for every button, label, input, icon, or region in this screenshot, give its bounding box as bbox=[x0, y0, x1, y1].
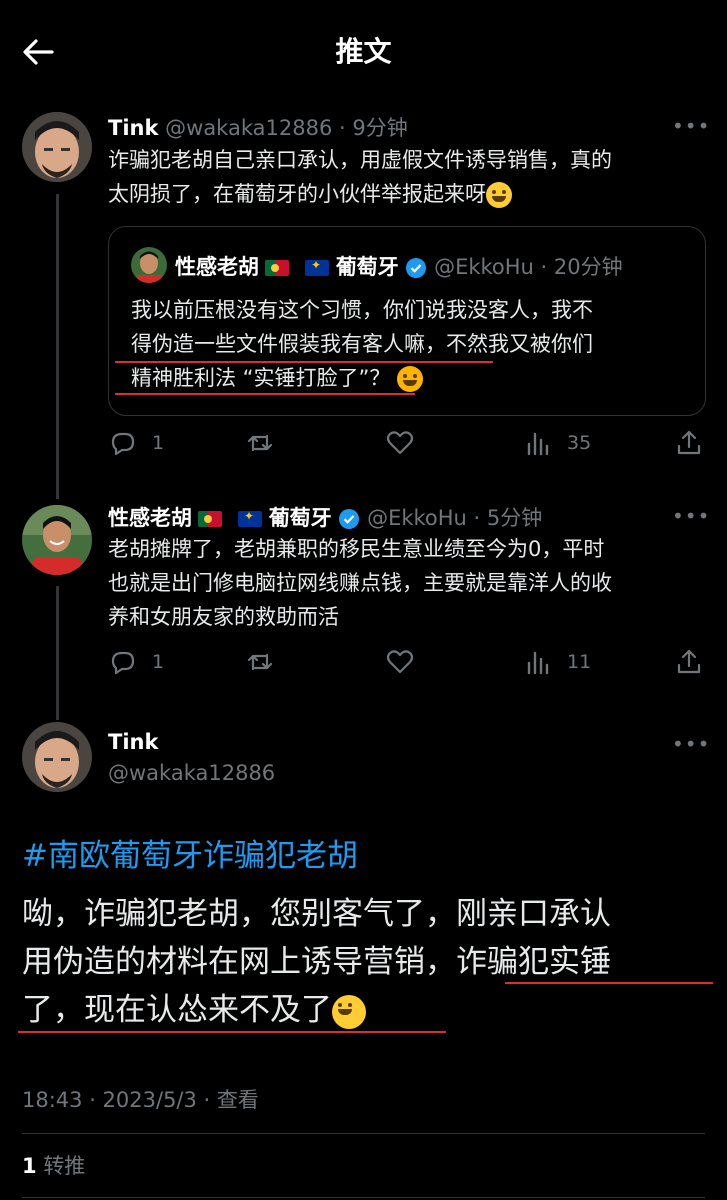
main-tweet-text: 呦，诈骗犯老胡，您别客气了，刚亲口承认 用伪造的材料在网上诱导营销，诈骗犯实锤 … bbox=[22, 890, 722, 1034]
more-icon[interactable]: ••• bbox=[672, 732, 710, 756]
views-icon bbox=[527, 432, 549, 456]
tweet-text-line: 养和女朋友家的救助而活 bbox=[108, 605, 339, 629]
tweet2-text: 老胡摊牌了，老胡兼职的移民生意业绩至今为0，平时 也就是出门修电脑拉网线赚点钱，… bbox=[108, 532, 708, 634]
retweet-button[interactable] bbox=[245, 647, 289, 677]
avatar-ekko-small bbox=[131, 247, 167, 283]
tweet1-header: Tink @wakaka12886 · 9分钟 bbox=[108, 112, 408, 142]
reply-icon bbox=[111, 432, 135, 456]
main-author-handle[interactable]: @wakaka12886 bbox=[108, 761, 275, 785]
avatar-tink[interactable] bbox=[22, 112, 92, 182]
annotation-underline bbox=[18, 1031, 446, 1033]
verified-icon bbox=[406, 258, 427, 278]
retweet-stats[interactable]: 1 转推 bbox=[22, 1150, 85, 1180]
views-count: 35 bbox=[567, 432, 592, 454]
like-icon bbox=[386, 431, 414, 455]
portugal-flag-icon bbox=[198, 511, 222, 527]
thread-line bbox=[56, 586, 59, 720]
divider bbox=[22, 1197, 705, 1198]
reply-count: 1 bbox=[152, 432, 165, 454]
main-text-line: 用伪造的材料在网上诱导营销，诈骗犯实锤 bbox=[22, 944, 611, 980]
grin-emoji-icon bbox=[486, 182, 512, 208]
quote-author-name: 性感老胡 bbox=[175, 255, 259, 279]
quote-handle-time: @EkkoHu · 20分钟 bbox=[434, 255, 623, 279]
retweet-icon bbox=[247, 434, 273, 452]
tweet-text-line: 老胡摊牌了，老胡兼职的移民生意业绩至今为0，平时 bbox=[108, 537, 605, 561]
main-author-name[interactable]: Tink bbox=[108, 730, 158, 754]
tweet1-text: 诈骗犯老胡自己亲口承认，用虚假文件诱导销售，真的 太阴损了，在葡萄牙的小伙伴举报… bbox=[108, 143, 708, 211]
retweet-count: 1 bbox=[22, 1154, 37, 1178]
author-name2[interactable]: 葡萄牙 bbox=[269, 506, 332, 530]
views-count: 11 bbox=[567, 651, 592, 673]
tweet-text-line: 也就是出门修电脑拉网线赚点钱，主要就是靠洋人的收 bbox=[108, 571, 612, 595]
reply-button[interactable]: 1 bbox=[108, 428, 164, 458]
reply-button[interactable]: 1 bbox=[108, 647, 164, 677]
views-button[interactable]: 35 bbox=[523, 428, 591, 458]
more-icon[interactable]: ••• bbox=[672, 504, 710, 528]
verified-icon bbox=[339, 509, 360, 529]
retweet-label: 转推 bbox=[43, 1154, 86, 1178]
views-button[interactable]: 11 bbox=[523, 647, 591, 677]
author-handle-time[interactable]: @EkkoHu · 5分钟 bbox=[367, 506, 542, 530]
portugal-flag-icon bbox=[265, 260, 289, 276]
quote-header: 性感老胡 葡萄牙 @EkkoHu · 20分钟 bbox=[175, 251, 623, 281]
main-text-line: 了，现在认怂来不及了 bbox=[22, 992, 332, 1028]
retweet-icon bbox=[247, 653, 273, 671]
grin-emoji-icon bbox=[332, 994, 366, 1029]
like-icon bbox=[386, 650, 414, 674]
share-icon bbox=[677, 430, 701, 455]
tweet2-header: 性感老胡 葡萄牙 @EkkoHu · 5分钟 bbox=[108, 502, 542, 532]
author-name[interactable]: 性感老胡 bbox=[108, 506, 192, 530]
share-button[interactable] bbox=[674, 647, 718, 677]
reply-count: 1 bbox=[152, 651, 165, 673]
reply-icon bbox=[111, 651, 135, 675]
quote-text-line: 得伪造一些文件假装我有客人嘛，不然我又被你们 bbox=[131, 332, 593, 356]
page-title: 推文 bbox=[335, 35, 392, 68]
annotation-underline bbox=[115, 393, 415, 395]
avatar-tink[interactable] bbox=[22, 722, 92, 792]
share-button[interactable] bbox=[674, 428, 718, 458]
main-text-line: 呦，诈骗犯老胡，您别客气了，刚亲口承认 bbox=[22, 896, 611, 932]
author-name[interactable]: Tink bbox=[108, 116, 158, 140]
tweet-text-line: 诈骗犯老胡自己亲口承认，用虚假文件诱导销售，真的 bbox=[108, 148, 612, 172]
like-button[interactable] bbox=[385, 428, 429, 458]
eu-flag-icon bbox=[238, 511, 262, 527]
quote-text-line: 精神胜利法 “实锤打脸了”？ bbox=[131, 366, 391, 390]
thread-line bbox=[56, 194, 59, 499]
annotation-underline bbox=[505, 982, 713, 984]
quoted-tweet[interactable]: 性感老胡 葡萄牙 @EkkoHu · 20分钟 我以前压根没有这个习惯，你们说我… bbox=[108, 226, 706, 416]
eu-flag-icon bbox=[305, 260, 329, 276]
hashtag-link[interactable]: #南欧葡萄牙诈骗犯老胡 bbox=[22, 830, 358, 875]
quote-text: 我以前压根没有这个习惯，你们说我没客人，我不 得伪造一些文件假装我有客人嘛，不然… bbox=[131, 293, 691, 395]
annotation-underline bbox=[115, 361, 493, 363]
tweet-text-line: 太阴损了，在葡萄牙的小伙伴举报起来呀 bbox=[108, 182, 486, 206]
share-icon bbox=[677, 649, 701, 674]
retweet-button[interactable] bbox=[245, 428, 289, 458]
views-icon bbox=[527, 651, 549, 675]
avatar-ekko[interactable] bbox=[22, 505, 92, 575]
like-button[interactable] bbox=[385, 647, 429, 677]
tweet-timestamp[interactable]: 18:43 · 2023/5/3 · 查看 bbox=[22, 1084, 259, 1114]
more-icon[interactable]: ••• bbox=[672, 114, 710, 138]
divider bbox=[22, 1133, 705, 1134]
quote-text-line: 我以前压根没有这个习惯，你们说我没客人，我不 bbox=[131, 298, 593, 322]
quote-author-name2: 葡萄牙 bbox=[335, 255, 399, 279]
author-handle-time[interactable]: @wakaka12886 · 9分钟 bbox=[165, 116, 408, 140]
weary-emoji-icon bbox=[397, 366, 424, 392]
